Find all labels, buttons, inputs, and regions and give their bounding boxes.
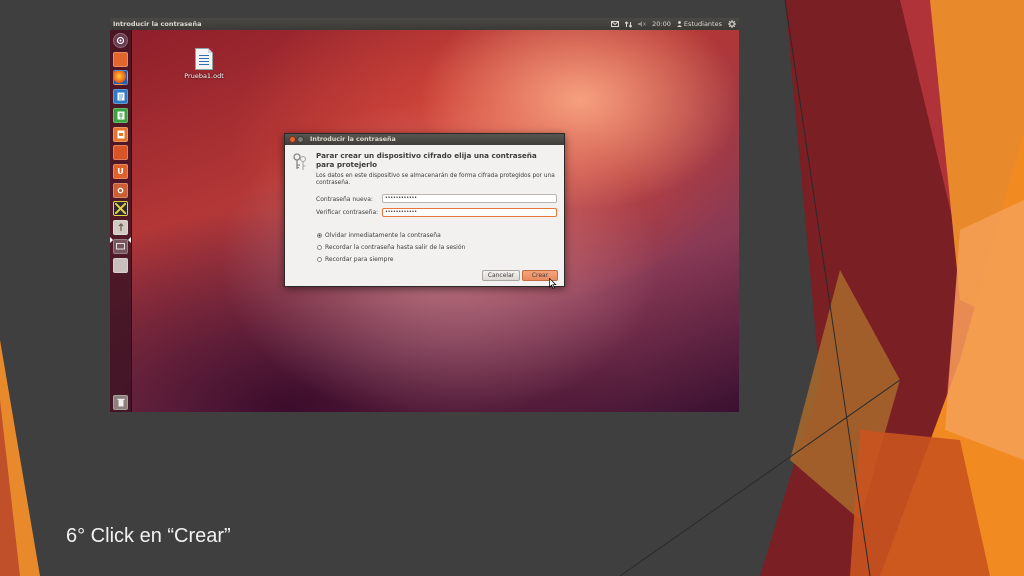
writer-icon[interactable]	[113, 89, 128, 104]
impress-icon[interactable]	[113, 127, 128, 142]
ubuntu-one-icon[interactable]: U	[113, 164, 128, 179]
user-name: Estudiantes	[683, 20, 722, 28]
game-icon[interactable]	[113, 201, 128, 216]
option-remember-session[interactable]: Recordar la contraseña hasta salir de la…	[317, 243, 465, 252]
dash-icon[interactable]	[113, 33, 128, 48]
option-remember-forever[interactable]: Recordar para siempre	[317, 255, 393, 264]
dialog-heading: Parar crear un dispositivo cifrado elija…	[316, 151, 537, 169]
settings-icon[interactable]	[113, 183, 128, 198]
calc-icon[interactable]	[113, 108, 128, 123]
close-icon[interactable]	[289, 136, 296, 143]
launcher: U	[110, 30, 132, 412]
removable-drive-icon[interactable]	[113, 258, 128, 273]
option-label: Olvidar inmediatamente la contraseña	[325, 232, 441, 239]
password-dialog: Introducir la contraseña Parar crear un …	[284, 133, 565, 289]
document-icon	[195, 48, 213, 70]
mail-icon[interactable]	[611, 21, 620, 27]
focus-indicator	[128, 237, 131, 243]
radio-selected[interactable]	[317, 233, 322, 238]
dialog-title: Introducir la contraseña	[310, 136, 396, 143]
software-center-icon[interactable]	[113, 145, 128, 160]
slide-caption: 6° Click en “Crear”	[66, 525, 231, 547]
dialog-titlebar: Introducir la contraseña	[285, 134, 564, 145]
new-password-label: Contraseña nueva:	[316, 196, 373, 203]
option-forget-immediately[interactable]: Olvidar inmediatamente la contraseña	[317, 231, 441, 240]
indicator-area: 20:00 Estudiantes	[611, 18, 736, 30]
gear-icon[interactable]	[728, 20, 736, 28]
cancel-button[interactable]: Cancelar	[482, 270, 520, 281]
verify-password-field[interactable]: ••••••••••••	[382, 208, 557, 217]
firefox-icon[interactable]	[113, 70, 128, 85]
volume-icon[interactable]	[638, 21, 646, 27]
option-label: Recordar para siempre	[325, 256, 394, 263]
user-icon	[676, 21, 682, 27]
file-name: Prueba1.odt	[184, 72, 224, 80]
radio-unselected[interactable]	[317, 257, 322, 262]
mouse-cursor-icon	[549, 278, 557, 289]
terminal-icon[interactable]	[113, 220, 128, 235]
option-label: Recordar la contraseña hasta salir de la…	[325, 244, 466, 251]
desktop-file[interactable]: Prueba1.odt	[182, 48, 226, 80]
keys-icon	[293, 153, 307, 170]
monitor-icon[interactable]	[113, 239, 128, 254]
radio-unselected[interactable]	[317, 245, 322, 250]
network-icon[interactable]	[625, 20, 633, 28]
files-icon[interactable]	[113, 52, 128, 67]
dialog-description: Los datos en este dispositivo se almacen…	[316, 173, 555, 186]
new-password-field[interactable]: ••••••••••••	[382, 194, 557, 203]
window-title: Introducir la contraseña	[113, 20, 202, 28]
top-panel: Introducir la contraseña 20:00 Estudiant…	[110, 18, 739, 30]
trash-icon[interactable]	[113, 395, 128, 410]
verify-password-label: Verificar contraseña:	[316, 209, 379, 216]
minimize-icon[interactable]	[297, 136, 304, 143]
clock[interactable]: 20:00	[652, 18, 671, 30]
user-menu[interactable]: Estudiantes	[676, 18, 722, 30]
